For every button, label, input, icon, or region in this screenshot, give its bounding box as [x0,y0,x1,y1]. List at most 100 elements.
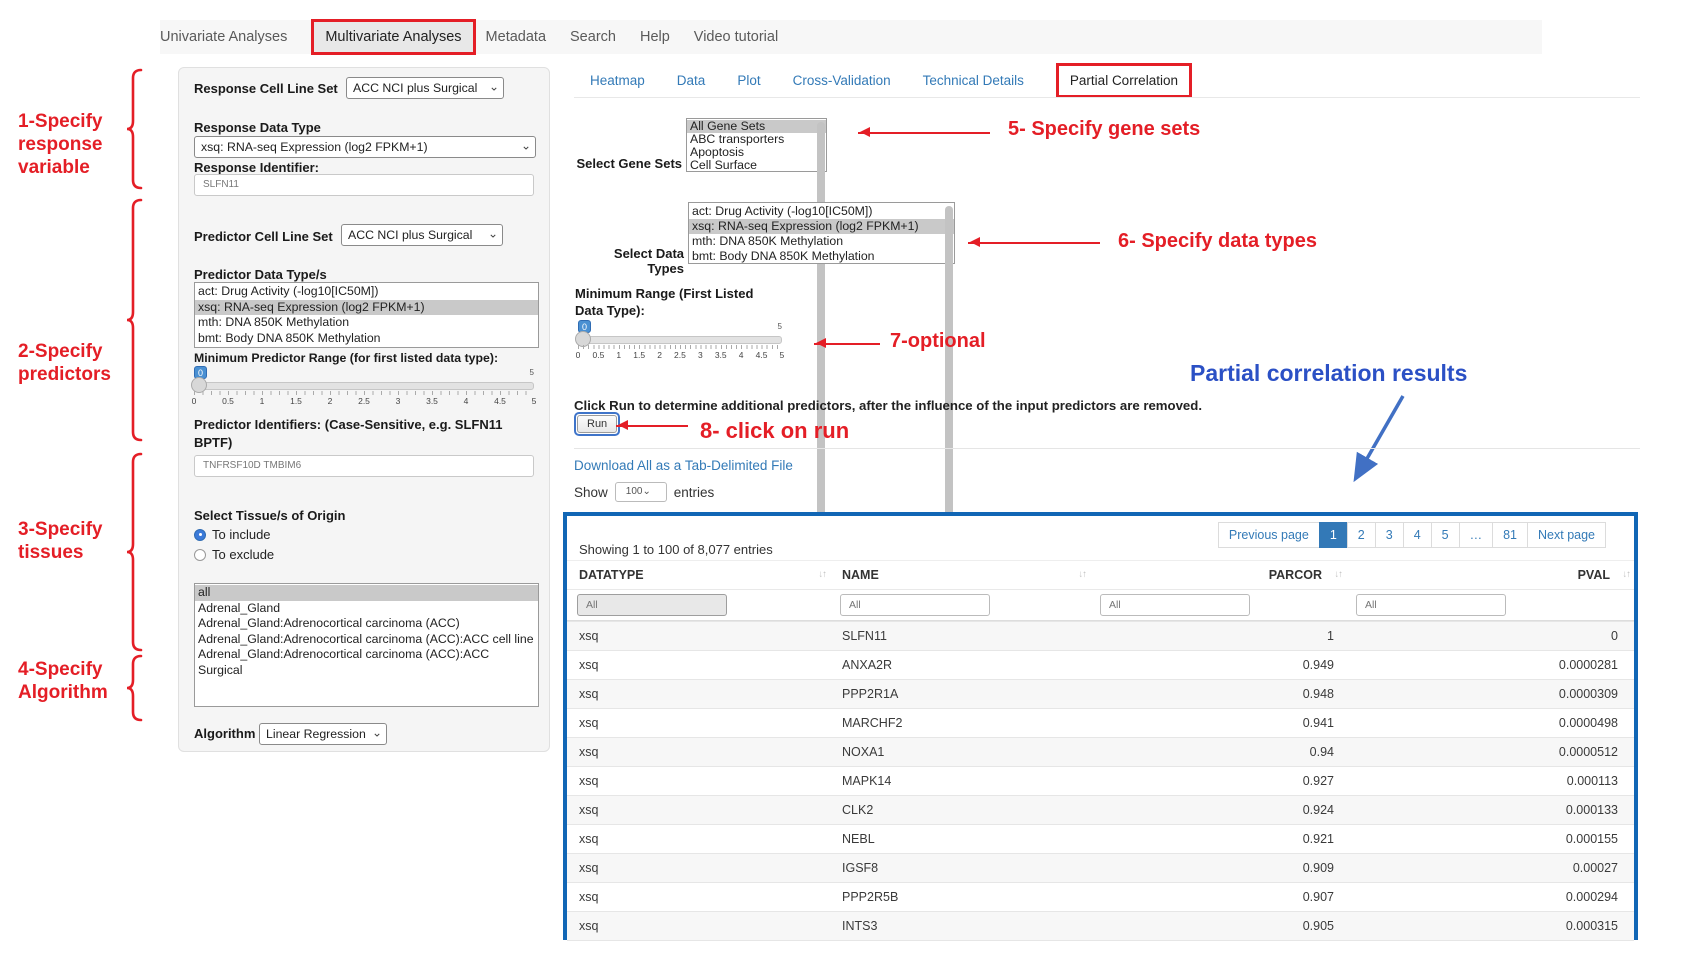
tab[interactable]: Heatmap [590,73,645,88]
pagination-button[interactable]: Previous page [1218,522,1320,548]
algorithm-select[interactable]: Linear Regression [259,723,387,745]
table-row: xsq PPP2R1A 0.948 0.0000309 [567,679,1634,708]
pagination-button[interactable]: 2 [1347,522,1376,548]
response-cell-line-set-select[interactable]: ACC NCI plus Surgical [346,77,504,99]
cell-name: CLK2 [830,803,1090,817]
chevron-down-icon [372,724,382,742]
cell-name: INTS3 [830,919,1090,933]
cell-parcor: 0.909 [1090,861,1346,875]
cell-datatype: xsq [567,716,830,730]
listbox-option[interactable]: Adrenal_Gland:Adrenocortical carcinoma (… [195,647,538,678]
listbox-option[interactable]: bmt: Body DNA 850K Methylation [689,249,954,264]
table-filter-row [567,589,1634,621]
cell-datatype: xsq [567,687,830,701]
nav-item[interactable]: Video tutorial [694,29,778,45]
cell-parcor: 0.924 [1090,803,1346,817]
cell-parcor: 0.905 [1090,919,1346,933]
nav-item[interactable]: Search [570,29,616,45]
listbox-option[interactable]: Cell Surface [687,159,826,172]
pagination-button[interactable]: 81 [1492,522,1528,548]
sort-icon[interactable] [1079,569,1087,580]
nav-item[interactable]: Multivariate Analyses [311,19,475,55]
show-entries-select[interactable]: 100 [615,482,667,502]
annotation-step3: 3-Specifytissues [18,518,102,564]
brace-step1 [125,68,145,190]
tab[interactable]: Plot [737,73,760,88]
tissue-exclude-radio[interactable]: To exclude [194,547,274,562]
filter-input-pval[interactable] [1356,594,1506,616]
cell-pval: 0 [1346,629,1634,643]
filter-input-parcor[interactable] [1100,594,1250,616]
column-header-name[interactable]: NAME [830,568,1090,582]
listbox-option[interactable]: act: Drug Activity (-log10[IC50M]) [689,204,954,219]
listbox-option[interactable]: mth: DNA 850K Methylation [689,234,954,249]
tab[interactable]: Partial Correlation [1056,63,1192,98]
cell-name: NEBL [830,832,1090,846]
pagination-button[interactable]: 5 [1431,522,1460,548]
annotation-line: response [18,133,102,156]
table-row: xsq NOXA1 0.94 0.0000512 [567,737,1634,766]
predictor-cell-line-set-label: Predictor Cell Line Set [194,229,333,244]
tissue-include-radio[interactable]: To include [194,527,271,542]
predictor-cell-line-set-select[interactable]: ACC NCI plus Surgical [341,224,503,246]
sort-icon[interactable] [819,569,827,580]
filter-input-name[interactable] [840,594,990,616]
sort-icon[interactable] [1335,569,1343,580]
nav-item[interactable]: Help [640,29,670,45]
predictor-identifiers-input[interactable]: TNFRSF10D TMBIM6 [194,455,534,477]
column-header-datatype[interactable]: DATATYPE [567,568,830,582]
listbox-option[interactable]: all [195,585,538,601]
brace-step4 [125,654,145,722]
run-instruction: Click Run to determine additional predic… [574,398,1202,413]
listbox-option[interactable]: Adrenal_Gland [195,601,538,617]
run-button-label: Run [577,415,617,433]
brace-step3 [125,452,145,652]
filter-input-datatype[interactable] [577,594,727,616]
listbox-option[interactable]: xsq: RNA-seq Expression (log2 FPKM+1) [195,300,538,316]
nav-item[interactable]: Metadata [486,29,546,45]
pagination-button[interactable]: 3 [1375,522,1404,548]
pagination-button[interactable]: 4 [1403,522,1432,548]
listbox-option[interactable]: Adrenal_Gland:Adrenocortical carcinoma (… [195,616,538,632]
listbox-option[interactable]: Adrenal_Gland:Adrenocortical carcinoma (… [195,632,538,648]
results-box: Showing 1 to 100 of 8,077 entries Previo… [563,512,1638,940]
pagination-button[interactable]: 1 [1319,522,1348,548]
annotation-step2: 2-Specifypredictors [18,340,111,386]
listbox-option[interactable]: xsq: RNA-seq Expression (log2 FPKM+1) [689,219,954,234]
cell-datatype: xsq [567,774,830,788]
arrow-step8 [616,425,688,427]
nav-item[interactable]: Univariate Analyses [160,29,287,45]
slider-track[interactable] [578,336,782,344]
sort-icon[interactable] [1623,569,1631,580]
tab[interactable]: Cross-Validation [793,73,891,88]
table-row: xsq SLFN11 1 0 [567,621,1634,650]
input-form-panel: Response Cell Line Set ACC NCI plus Surg… [178,67,550,752]
response-data-type-select[interactable]: xsq: RNA-seq Expression (log2 FPKM+1) [194,136,536,158]
column-header-pval[interactable]: PVAL [1346,568,1634,582]
cell-name: MAPK14 [830,774,1090,788]
tab[interactable]: Data [677,73,706,88]
tab[interactable]: Technical Details [923,73,1024,88]
predictor-data-types-label: Predictor Data Type/s [194,267,327,282]
cell-parcor: 0.948 [1090,687,1346,701]
pagination-button[interactable]: Next page [1527,522,1606,548]
pagination-button[interactable]: … [1459,522,1494,548]
min-predictor-range-slider: 0 5 00.511.522.533.544.55 [194,366,534,406]
listbox-option[interactable]: mth: DNA 850K Methylation [195,315,538,331]
app-root: Univariate Analyses Multivariate Analyses… [0,0,1700,956]
download-all-link[interactable]: Download All as a Tab-Delimited File [574,458,793,473]
cell-parcor: 0.921 [1090,832,1346,846]
filter-cell-name [830,594,1090,616]
table-row: xsq IGSF8 0.909 0.00027 [567,853,1634,882]
tabs-divider [574,97,1640,98]
listbox-option[interactable]: act: Drug Activity (-log10[IC50M]) [195,284,538,300]
scrollbar-thumb[interactable] [817,122,825,524]
arrow-step7 [814,343,880,345]
column-header-parcor[interactable]: PARCOR [1090,568,1346,582]
cell-datatype: xsq [567,890,830,904]
response-identifier-input[interactable]: SLFN11 [194,174,534,196]
radio-label: To exclude [212,547,274,562]
entries-label: entries [674,485,715,500]
slider-track[interactable] [194,382,534,390]
listbox-option[interactable]: bmt: Body DNA 850K Methylation [195,331,538,347]
